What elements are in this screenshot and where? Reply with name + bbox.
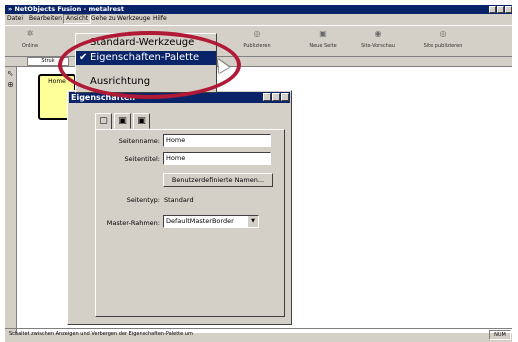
palette-close-button[interactable] <box>281 93 289 101</box>
title-bar: » NetObjects Fusion - metalrest <box>5 5 512 14</box>
minimize-button[interactable] <box>489 6 496 13</box>
status-message: Schaltet zwischen Anzeigen und Verbergen… <box>9 331 193 337</box>
site-publish-button[interactable]: ◎ Site publizieren <box>417 29 469 49</box>
master-frame-label: Master-Rahmen: <box>106 219 160 227</box>
tool-strip: ⇖ ⊕ <box>5 67 17 335</box>
palette-help-button[interactable] <box>263 93 271 101</box>
publish-button[interactable]: ◎ Publizieren <box>237 29 277 49</box>
app-window: » NetObjects Fusion - metalrest Datei Be… <box>4 4 512 342</box>
properties-palette: Eigenschaften ▢ ▣ ▣ Seitenname: Home Sei… <box>67 90 292 325</box>
seitenname-field[interactable]: Home <box>163 134 271 147</box>
pointer-tool-icon[interactable]: ⇖ <box>5 69 16 78</box>
chevron-down-icon[interactable]: ▼ <box>247 216 258 227</box>
publish-icon: ◎ <box>253 29 261 38</box>
layout-icon: ▣ <box>118 116 127 126</box>
style-icon: ▣ <box>137 116 146 126</box>
menu-bar: Datei Bearbeiten Ansicht Gehe zu Werkzeu… <box>5 14 512 24</box>
status-num-pane: NUM <box>489 330 511 340</box>
seitentitel-field[interactable]: Home <box>163 152 271 165</box>
page-icon: ▢ <box>99 116 108 126</box>
menu-werkzeuge[interactable]: Werkzeuge <box>117 14 150 24</box>
custom-names-button[interactable]: Benutzerdefinierte Namen... <box>163 173 273 187</box>
palette-minimize-button[interactable] <box>272 93 280 101</box>
maximize-button[interactable] <box>497 6 504 13</box>
new-page-button[interactable]: ▣ Neue Seite <box>305 29 341 49</box>
seitentitel-label: Seitentitel: <box>124 155 161 163</box>
master-frame-select[interactable]: DefaultMasterBorder ▼ <box>163 215 259 228</box>
menu-hilfe[interactable]: Hilfe <box>153 14 167 24</box>
online-button[interactable]: ✲ Online <box>15 29 45 49</box>
zoom-tool-icon[interactable]: ⊕ <box>5 80 16 89</box>
menu-datei[interactable]: Datei <box>7 14 23 24</box>
seitenname-label: Seitenname: <box>118 137 160 145</box>
status-bar: Schaltet zwischen Anzeigen und Verbergen… <box>5 328 512 340</box>
tab-page-properties[interactable]: ▢ <box>95 113 112 130</box>
master-frame-value: DefaultMasterBorder <box>166 217 234 225</box>
tab-style-properties[interactable]: ▣ <box>133 113 150 129</box>
site-publish-icon: ◎ <box>439 29 447 38</box>
site-preview-button[interactable]: ◉ Site-Vorschau <box>355 29 401 49</box>
seitentyp-value: Standard <box>164 196 194 204</box>
menu-gehe-zu[interactable]: Gehe zu <box>91 14 116 24</box>
seitentyp-label: Seitentyp: <box>126 196 160 204</box>
new-page-icon: ▣ <box>319 29 327 38</box>
menu-ansicht[interactable]: Ansicht <box>63 14 92 24</box>
close-button[interactable] <box>505 6 512 13</box>
menu-bearbeiten[interactable]: Bearbeiten <box>29 14 62 24</box>
window-title: » NetObjects Fusion - metalrest <box>8 5 124 13</box>
tab-layout-properties[interactable]: ▣ <box>114 113 131 129</box>
preview-icon: ◉ <box>374 29 382 38</box>
properties-panel: Seitenname: Home Seitentitel: Home Benut… <box>95 129 285 317</box>
globe-icon: ✲ <box>26 29 34 38</box>
